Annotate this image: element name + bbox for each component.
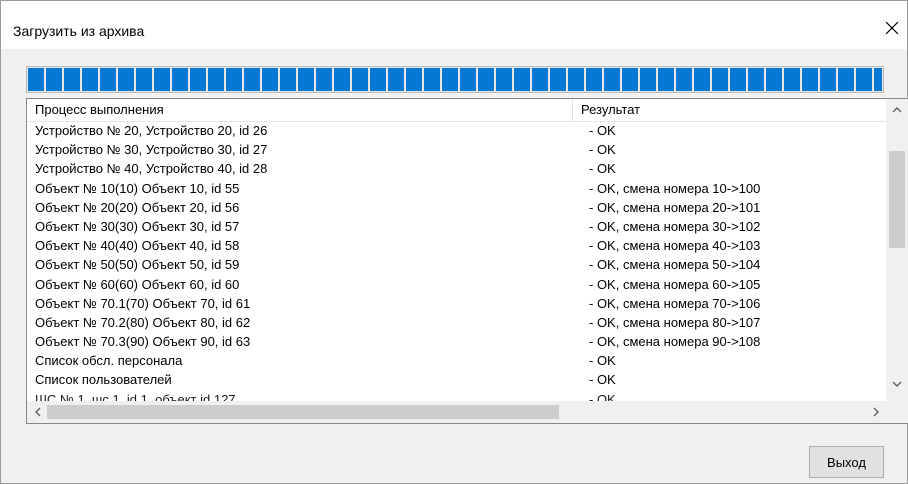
- table-row[interactable]: Объект № 70.1(70) Объект 70, id 61 - OK, …: [27, 294, 887, 313]
- process-cell: Объект № 50(50) Объект 50, id 59: [35, 257, 240, 273]
- window-title: Загрузить из архива: [13, 23, 145, 39]
- table-row[interactable]: Объект № 60(60) Объект 60, id 60 - OK, см…: [27, 275, 887, 294]
- progress-bar: [26, 66, 884, 93]
- process-cell: Объект № 70.3(90) Объект 90, id 63: [35, 334, 251, 350]
- column-header-result[interactable]: Результат: [573, 99, 887, 121]
- result-cell: - OK, смена номера 10->100: [589, 180, 761, 196]
- scroll-up-button[interactable]: [886, 99, 908, 121]
- progress-fill: [28, 68, 882, 91]
- result-cell: - OK: [589, 123, 616, 138]
- table-row[interactable]: Устройство № 30, Устройство 30, id 27 - O…: [27, 140, 887, 159]
- close-button[interactable]: [877, 13, 907, 43]
- result-cell: - OK, смена номера 80->107: [589, 314, 761, 330]
- scrollbar-corner: [886, 401, 908, 423]
- scroll-down-button[interactable]: [886, 373, 908, 395]
- table-row[interactable]: Объект № 20(20) Объект 20, id 56 - OK, см…: [27, 198, 887, 217]
- table-row[interactable]: Объект № 30(30) Объект 30, id 57 - OK, см…: [27, 217, 887, 236]
- process-cell: Объект № 70.1(70) Объект 70, id 61: [35, 295, 251, 311]
- process-cell: Устройство № 30, Устройство 30, id 27: [35, 142, 268, 158]
- table-row[interactable]: Устройство № 40, Устройство 40, id 28 - O…: [27, 159, 887, 178]
- scroll-right-button[interactable]: [865, 401, 887, 423]
- process-cell: Объект № 20(20) Объект 20, id 56: [35, 199, 240, 215]
- chevron-down-icon: [892, 381, 902, 387]
- result-cell: - OK: [589, 161, 616, 177]
- listview-header: Процесс выполнения Результат: [27, 99, 887, 122]
- result-cell: - OK, смена номера 30->102: [589, 218, 761, 234]
- result-cell: - OK: [589, 142, 616, 158]
- process-cell: Объект № 10(10) Объект 10, id 55: [35, 180, 240, 196]
- exit-button[interactable]: Выход: [809, 446, 884, 478]
- table-row[interactable]: Объект № 70.3(90) Объект 90, id 63 - OK, …: [27, 332, 887, 351]
- table-row[interactable]: Устройство № 20, Устройство 20, id 26 - O…: [27, 121, 887, 140]
- result-cell: - OK: [589, 353, 616, 369]
- table-row[interactable]: Список пользователей - OK: [27, 370, 887, 389]
- chevron-up-icon: [892, 107, 902, 113]
- chevron-right-icon: [873, 407, 879, 417]
- vertical-scrollbar[interactable]: [886, 99, 908, 403]
- process-cell: Список пользователей: [35, 372, 172, 388]
- result-cell: - OK, смена номера 20->101: [589, 199, 761, 215]
- process-cell: Объект № 40(40) Объект 40, id 58: [35, 238, 240, 254]
- table-row[interactable]: Объект № 70.2(80) Объект 80, id 62 - OK, …: [27, 313, 887, 332]
- dialog-window: Загрузить из архива Процесс выполнения Р…: [0, 0, 908, 484]
- chevron-left-icon: [35, 407, 41, 417]
- horizontal-scrollbar[interactable]: [27, 401, 887, 423]
- table-row[interactable]: Список обсл. персонала - OK: [27, 351, 887, 370]
- result-cell: - OK, смена номера 50->104: [589, 257, 761, 273]
- scroll-left-button[interactable]: [27, 401, 49, 423]
- title-bar: Загрузить из архива: [1, 1, 907, 49]
- results-listview[interactable]: Процесс выполнения Результат Устройство …: [26, 98, 908, 424]
- result-cell: - OK, смена номера 70->106: [589, 295, 761, 311]
- process-cell: Список обсл. персонала: [35, 353, 183, 369]
- process-cell: Объект № 60(60) Объект 60, id 60: [35, 276, 240, 292]
- result-cell: - OK, смена номера 90->108: [589, 334, 761, 350]
- result-cell: - OK, смена номера 40->103: [589, 238, 761, 254]
- vertical-scroll-thumb[interactable]: [889, 151, 905, 248]
- listview-rows: Устройство № 20, Устройство 20, id 26 - O…: [27, 121, 887, 403]
- table-row[interactable]: Объект № 50(50) Объект 50, id 59 - OK, см…: [27, 255, 887, 274]
- horizontal-scroll-thumb[interactable]: [47, 405, 559, 419]
- process-cell: Устройство № 40, Устройство 40, id 28: [35, 161, 268, 177]
- table-row[interactable]: Объект № 10(10) Объект 10, id 55 - OK, см…: [27, 179, 887, 198]
- result-cell: - OK, смена номера 60->105: [589, 276, 761, 292]
- process-cell: Объект № 70.2(80) Объект 80, id 62: [35, 314, 251, 330]
- table-row[interactable]: Объект № 40(40) Объект 40, id 58 - OK, см…: [27, 236, 887, 255]
- process-cell: Объект № 30(30) Объект 30, id 57: [35, 218, 240, 234]
- process-cell: Устройство № 20, Устройство 20, id 26: [35, 123, 268, 138]
- column-header-process[interactable]: Процесс выполнения: [27, 99, 573, 121]
- result-cell: - OK: [589, 372, 616, 388]
- close-icon: [885, 21, 899, 35]
